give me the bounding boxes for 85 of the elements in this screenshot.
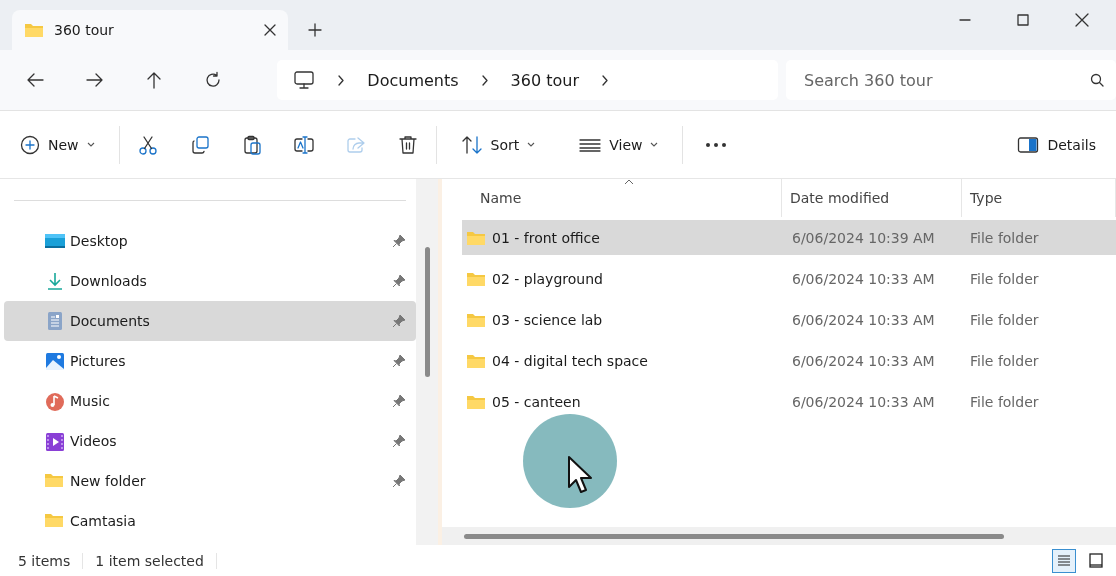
up-arrow-icon[interactable] xyxy=(146,71,162,89)
pin-icon[interactable] xyxy=(392,434,406,448)
pin-icon[interactable] xyxy=(392,474,406,488)
folder-icon xyxy=(24,21,44,39)
scissors-icon[interactable] xyxy=(137,134,158,155)
plus-circle-icon xyxy=(20,134,40,155)
date-cell-text: 6/06/2024 10:33 AM xyxy=(791,393,936,410)
pin-icon[interactable] xyxy=(392,394,406,408)
file-name: 01 - front office xyxy=(492,229,600,246)
more-icon[interactable] xyxy=(705,141,728,148)
trash-icon[interactable] xyxy=(397,134,418,155)
chevron-right-icon[interactable] xyxy=(601,74,609,86)
file-row[interactable]: 02 - playground 6/06/2024 10:33 AM File folder xyxy=(462,261,1116,296)
date-cell-text: 6/06/2024 10:33 AM xyxy=(791,311,936,328)
date-cell-text: 6/06/2024 10:33 AM xyxy=(791,352,936,369)
file-row[interactable]: 04 - digital tech space 6/06/2024 10:33 AM File folder xyxy=(462,343,1116,378)
sidebar-item[interactable]: Downloads xyxy=(4,261,416,301)
address-bar[interactable]: Documents 360 tour xyxy=(277,60,778,100)
back-arrow-icon[interactable] xyxy=(26,72,44,88)
search-icon[interactable] xyxy=(1090,73,1104,87)
file-row[interactable]: 05 - canteen 6/06/2024 10:33 AM File folder xyxy=(462,384,1116,419)
column-header[interactable]: Name xyxy=(462,179,782,217)
close-icon[interactable] xyxy=(1075,13,1089,27)
details-button[interactable]: Details xyxy=(1011,131,1102,158)
breadcrumb-item[interactable]: Documents xyxy=(367,70,459,90)
plus-icon[interactable] xyxy=(308,23,322,37)
caret-icon xyxy=(86,142,95,147)
sidebar-item[interactable]: New folder xyxy=(4,461,416,501)
sidebar-item[interactable]: Music xyxy=(4,381,416,421)
sidebar-item[interactable]: Camtasia xyxy=(4,501,416,541)
type-cell-text: File folder xyxy=(969,393,1040,410)
sort-caret-icon xyxy=(624,179,634,185)
selection-count: 1 item selected xyxy=(95,552,204,569)
search-field[interactable]: Search 360 tour xyxy=(786,60,1116,100)
type-cell-text: File folder xyxy=(969,270,1040,287)
new-button[interactable]: New xyxy=(14,130,101,159)
column-header[interactable]: Date modified xyxy=(782,179,962,217)
video-icon xyxy=(44,431,66,451)
sidebar-item[interactable]: Desktop xyxy=(4,221,416,261)
sidebar-item[interactable]: Videos xyxy=(4,421,416,461)
file-name: 04 - digital tech space xyxy=(492,352,648,369)
pin-icon[interactable] xyxy=(392,234,406,248)
scrollbar[interactable] xyxy=(416,179,438,545)
file-row[interactable]: 01 - front office 6/06/2024 10:39 AM File folder xyxy=(462,220,1116,255)
clipboard-icon[interactable] xyxy=(241,134,262,155)
sort-arrows-icon xyxy=(460,134,483,155)
chevron-right-icon[interactable] xyxy=(480,74,489,86)
item-count: 5 items xyxy=(18,552,71,569)
column-header[interactable]: Type xyxy=(962,179,1116,217)
panel-icon xyxy=(1017,135,1040,154)
type-cell-text: File folder xyxy=(969,311,1040,328)
date-cell-text: 6/06/2024 10:33 AM xyxy=(791,270,936,287)
pin-icon[interactable] xyxy=(392,314,406,328)
list-lines-icon xyxy=(579,137,602,152)
file-name: 03 - science lab xyxy=(492,311,603,328)
date-cell-text: 6/06/2024 10:39 AM xyxy=(791,229,936,246)
forward-arrow-icon[interactable] xyxy=(86,72,104,88)
desktop-icon xyxy=(44,231,66,251)
file-name: 05 - canteen xyxy=(492,393,581,410)
pin-icon[interactable] xyxy=(392,354,406,368)
view-button[interactable]: View xyxy=(573,132,665,157)
type-cell-text: File folder xyxy=(969,352,1040,369)
pin-icon[interactable] xyxy=(392,274,406,288)
sort-button[interactable]: Sort xyxy=(454,130,542,159)
chevron-right-icon[interactable] xyxy=(337,74,346,86)
file-name: 02 - playground xyxy=(492,270,603,287)
details-view-icon[interactable] xyxy=(1052,548,1076,573)
cursor-icon xyxy=(566,455,594,495)
sidebar-item[interactable]: Documents xyxy=(4,301,416,341)
monitor-icon xyxy=(293,70,316,90)
picture-icon xyxy=(44,351,66,371)
music-note-icon xyxy=(44,391,66,411)
sidebar-item[interactable]: Pictures xyxy=(4,341,416,381)
scrollbar[interactable] xyxy=(442,527,1116,545)
maximize-icon[interactable] xyxy=(1017,14,1029,26)
type-cell-text: File folder xyxy=(969,229,1040,246)
rename-icon[interactable] xyxy=(293,134,314,155)
tab[interactable]: 360 tour xyxy=(12,10,288,50)
copy-icon[interactable] xyxy=(189,134,210,155)
close-icon[interactable] xyxy=(264,24,276,36)
breadcrumb-item[interactable]: 360 tour xyxy=(510,70,579,90)
file-row[interactable]: 03 - science lab 6/06/2024 10:33 AM File folder xyxy=(462,302,1116,337)
caret-icon xyxy=(650,142,659,147)
refresh-icon[interactable] xyxy=(204,71,222,89)
caret-icon xyxy=(527,142,536,147)
